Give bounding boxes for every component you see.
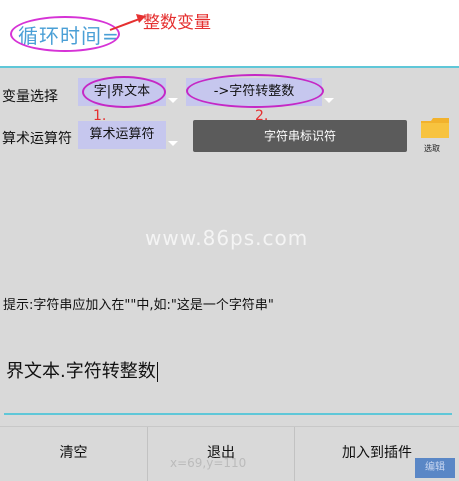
annotation-integer-variable: 整数变量 <box>143 13 211 33</box>
folder-select-label: 选取 <box>424 144 440 153</box>
arithmetic-operator-dropdown[interactable]: 算术运算符 <box>78 121 178 149</box>
hint-text: 提示:字符串应加入在""中,如:"这是一个字符串" <box>3 298 274 313</box>
arithmetic-operator-value: 算术运算符 <box>89 127 155 142</box>
watermark: www.86ps.com <box>145 226 309 250</box>
expression-underline <box>4 413 452 415</box>
clear-button[interactable]: 清空 <box>0 427 147 481</box>
bottom-button-bar: 清空 退出 加入到插件 <box>0 426 459 481</box>
expression-field[interactable]: 界文本.字符转整数 <box>6 357 158 383</box>
variable-select-label: 变量选择 <box>2 89 58 105</box>
expression-text: 界文本.字符转整数 <box>6 361 156 382</box>
dropdown-arrow-icon <box>168 98 178 103</box>
annotation-ellipse-2 <box>186 74 324 108</box>
string-identifier-button[interactable]: 字符串标识符 <box>193 120 407 152</box>
edit-tag[interactable]: 编辑 <box>415 458 455 478</box>
text-cursor <box>156 362 158 382</box>
annotation-arrow-icon <box>109 14 146 31</box>
exit-button[interactable]: 退出 <box>148 427 294 481</box>
dropdown-arrow-icon <box>324 98 334 103</box>
arithmetic-operator-label: 算术运算符 <box>2 131 72 147</box>
header: 循环时间= 整数变量 <box>0 0 459 68</box>
folder-icon[interactable] <box>420 117 450 139</box>
annotation-ellipse-1 <box>82 76 166 108</box>
title-highlight-ellipse <box>10 16 120 52</box>
dropdown-arrow-icon <box>168 141 178 146</box>
coordinate-readout: x=69,y=110 <box>170 456 247 470</box>
